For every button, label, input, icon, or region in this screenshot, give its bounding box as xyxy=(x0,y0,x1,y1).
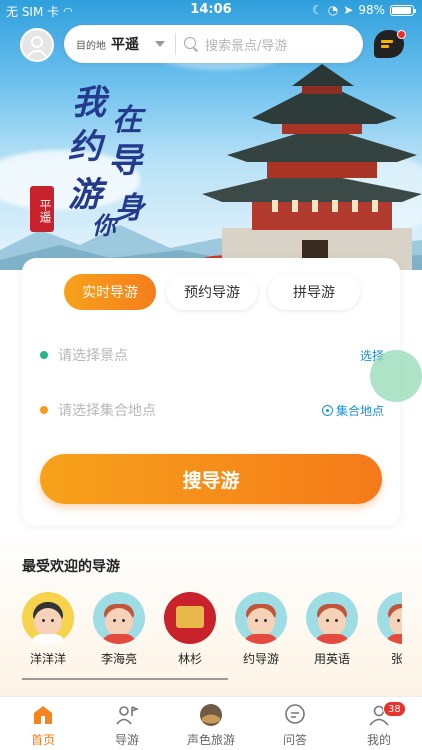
booking-tabs: 实时导游 预约导游 拼导游 xyxy=(64,274,360,310)
avatar-shirt xyxy=(30,634,66,644)
tabbar-profile-label: 我的 xyxy=(366,733,391,747)
user-icon xyxy=(31,36,43,48)
popular-guides-title: 最受欢迎的导游 xyxy=(22,559,120,575)
meeting-point-input[interactable]: 请选择集合地点 xyxy=(58,400,322,420)
avatar-face xyxy=(247,608,275,636)
floating-assistant-bubble[interactable] xyxy=(370,350,422,402)
calligraphy-char: 约 xyxy=(68,127,102,167)
avatar-shirt xyxy=(385,634,402,644)
photo-content xyxy=(176,606,204,628)
tabbar-guide-label: 导游 xyxy=(114,733,139,747)
tabbar-media[interactable]: 声色旅游 xyxy=(176,703,246,748)
guide-name: 林杉 xyxy=(177,652,202,666)
avatar-eye xyxy=(335,619,338,622)
meeting-point-field[interactable]: 请选择集合地点 集合地点 xyxy=(40,395,384,425)
user-avatar-button[interactable] xyxy=(20,28,54,62)
boy-avatar xyxy=(306,592,358,644)
boy-avatar xyxy=(93,592,145,644)
avatar-eye xyxy=(122,619,125,622)
tab-realtime-guide[interactable]: 实时导游 xyxy=(64,274,156,310)
qa-icon xyxy=(283,703,307,727)
spot-input[interactable]: 请选择景点 xyxy=(58,345,360,365)
guide-name: 洋洋洋 xyxy=(29,652,66,666)
avatar-eye xyxy=(397,619,400,622)
media-icon xyxy=(199,703,223,727)
spot-field[interactable]: 请选择景点 选择 xyxy=(40,340,384,370)
status-bar: 无 SIM 卡 ◠ 14:06 ☾ ◔ ➤ 98% xyxy=(0,0,422,22)
calligraphy-char: 游 xyxy=(68,175,102,215)
tabbar-home-label: 首页 xyxy=(30,733,55,747)
boy-avatar xyxy=(377,592,402,644)
target-icon xyxy=(321,404,333,416)
alarm-icon: ◔ xyxy=(327,3,339,17)
home-icon xyxy=(31,703,55,727)
meeting-point-link[interactable]: 集合地点 xyxy=(321,402,384,419)
avatar-eye xyxy=(326,619,329,622)
guide-name: 李海亮 xyxy=(100,652,137,666)
avatar-eye xyxy=(51,619,54,622)
avatar-face xyxy=(105,608,133,636)
calligraphy-char: 导 xyxy=(108,141,142,181)
avatar-eye xyxy=(264,619,267,622)
battery-icon xyxy=(390,4,416,16)
avatar-shirt xyxy=(243,634,279,644)
divider xyxy=(175,33,176,55)
tabbar-guide[interactable]: 导游 xyxy=(92,703,162,748)
message-icon xyxy=(381,40,393,43)
search-bar[interactable]: 目的地 平遥 搜索景点/导游 xyxy=(64,25,363,63)
guide-search-card: 实时导游 预约导游 拼导游 请选择景点 选择 请选择集合地点 集合地点 搜导游 xyxy=(22,258,400,526)
guide-card[interactable]: 李海亮 xyxy=(89,592,149,667)
calligraphy-char: 身 xyxy=(114,191,144,226)
popular-guides-list[interactable]: 洋洋洋 李海亮 林杉 约导游 用英语 张 xyxy=(18,592,402,672)
guide-name: 用英语 xyxy=(313,652,350,666)
meeting-dot xyxy=(40,406,48,414)
destination-label: 目的地 xyxy=(76,40,106,52)
meeting-point-label: 集合地点 xyxy=(335,403,384,418)
avatar-eye xyxy=(42,619,45,622)
avatar-face xyxy=(318,608,346,636)
search-icon xyxy=(184,36,199,52)
search-input[interactable]: 搜索景点/导游 xyxy=(205,35,287,54)
guide-name: 约导游 xyxy=(242,652,279,666)
hero-calligraphy: 我 约 游 在 导 你 身 xyxy=(68,86,178,246)
boy-avatar xyxy=(235,592,287,644)
moon-icon: ☾ xyxy=(312,3,323,17)
bottom-tab-bar: 首页 导游 声色旅游 问答 我的 xyxy=(0,696,422,750)
calligraphy-char: 你 xyxy=(92,211,116,240)
photo-avatar xyxy=(164,592,216,644)
tabbar-media-label: 声色旅游 xyxy=(186,733,235,747)
calligraphy-char: 在 xyxy=(112,103,142,138)
caret-down-icon[interactable] xyxy=(155,41,165,47)
avatar-shirt xyxy=(314,634,350,644)
profile-badge: 38 xyxy=(383,701,406,717)
guide-card[interactable]: 张华 xyxy=(373,592,402,667)
tabbar-home[interactable]: 首页 xyxy=(8,703,78,748)
guides-scroll-thumb[interactable] xyxy=(22,678,228,680)
tab-reserve-guide[interactable]: 预约导游 xyxy=(166,274,258,310)
calligraphy-char: 我 xyxy=(72,83,106,123)
destination-selector[interactable]: 平遥 xyxy=(111,34,139,54)
guide-card[interactable]: 洋洋洋 xyxy=(18,592,78,667)
avatar-eye xyxy=(113,619,116,622)
guide-name: 张华 xyxy=(390,652,402,666)
guide-card[interactable]: 约导游 xyxy=(231,592,291,667)
avatar-eye xyxy=(255,619,258,622)
avatar-face xyxy=(34,608,62,636)
girl-avatar xyxy=(22,592,74,644)
tab-group-guide[interactable]: 拼导游 xyxy=(268,274,360,310)
location-arrow-icon: ➤ xyxy=(343,3,354,17)
tabbar-qa-label: 问答 xyxy=(282,733,307,747)
notification-dot xyxy=(397,30,406,39)
tabbar-qa[interactable]: 问答 xyxy=(260,703,330,748)
battery-percent: 98% xyxy=(358,3,385,17)
message-icon-line xyxy=(381,45,389,48)
pagoda-illustration xyxy=(202,64,422,270)
pingyao-seal: 平遥 xyxy=(30,186,54,232)
spot-dot xyxy=(40,351,48,359)
avatar-shirt xyxy=(101,634,137,644)
search-guide-button[interactable]: 搜导游 xyxy=(40,454,382,504)
guide-icon xyxy=(115,703,140,727)
guide-card[interactable]: 用英语 xyxy=(302,592,362,667)
guide-card[interactable]: 林杉 xyxy=(160,592,220,667)
